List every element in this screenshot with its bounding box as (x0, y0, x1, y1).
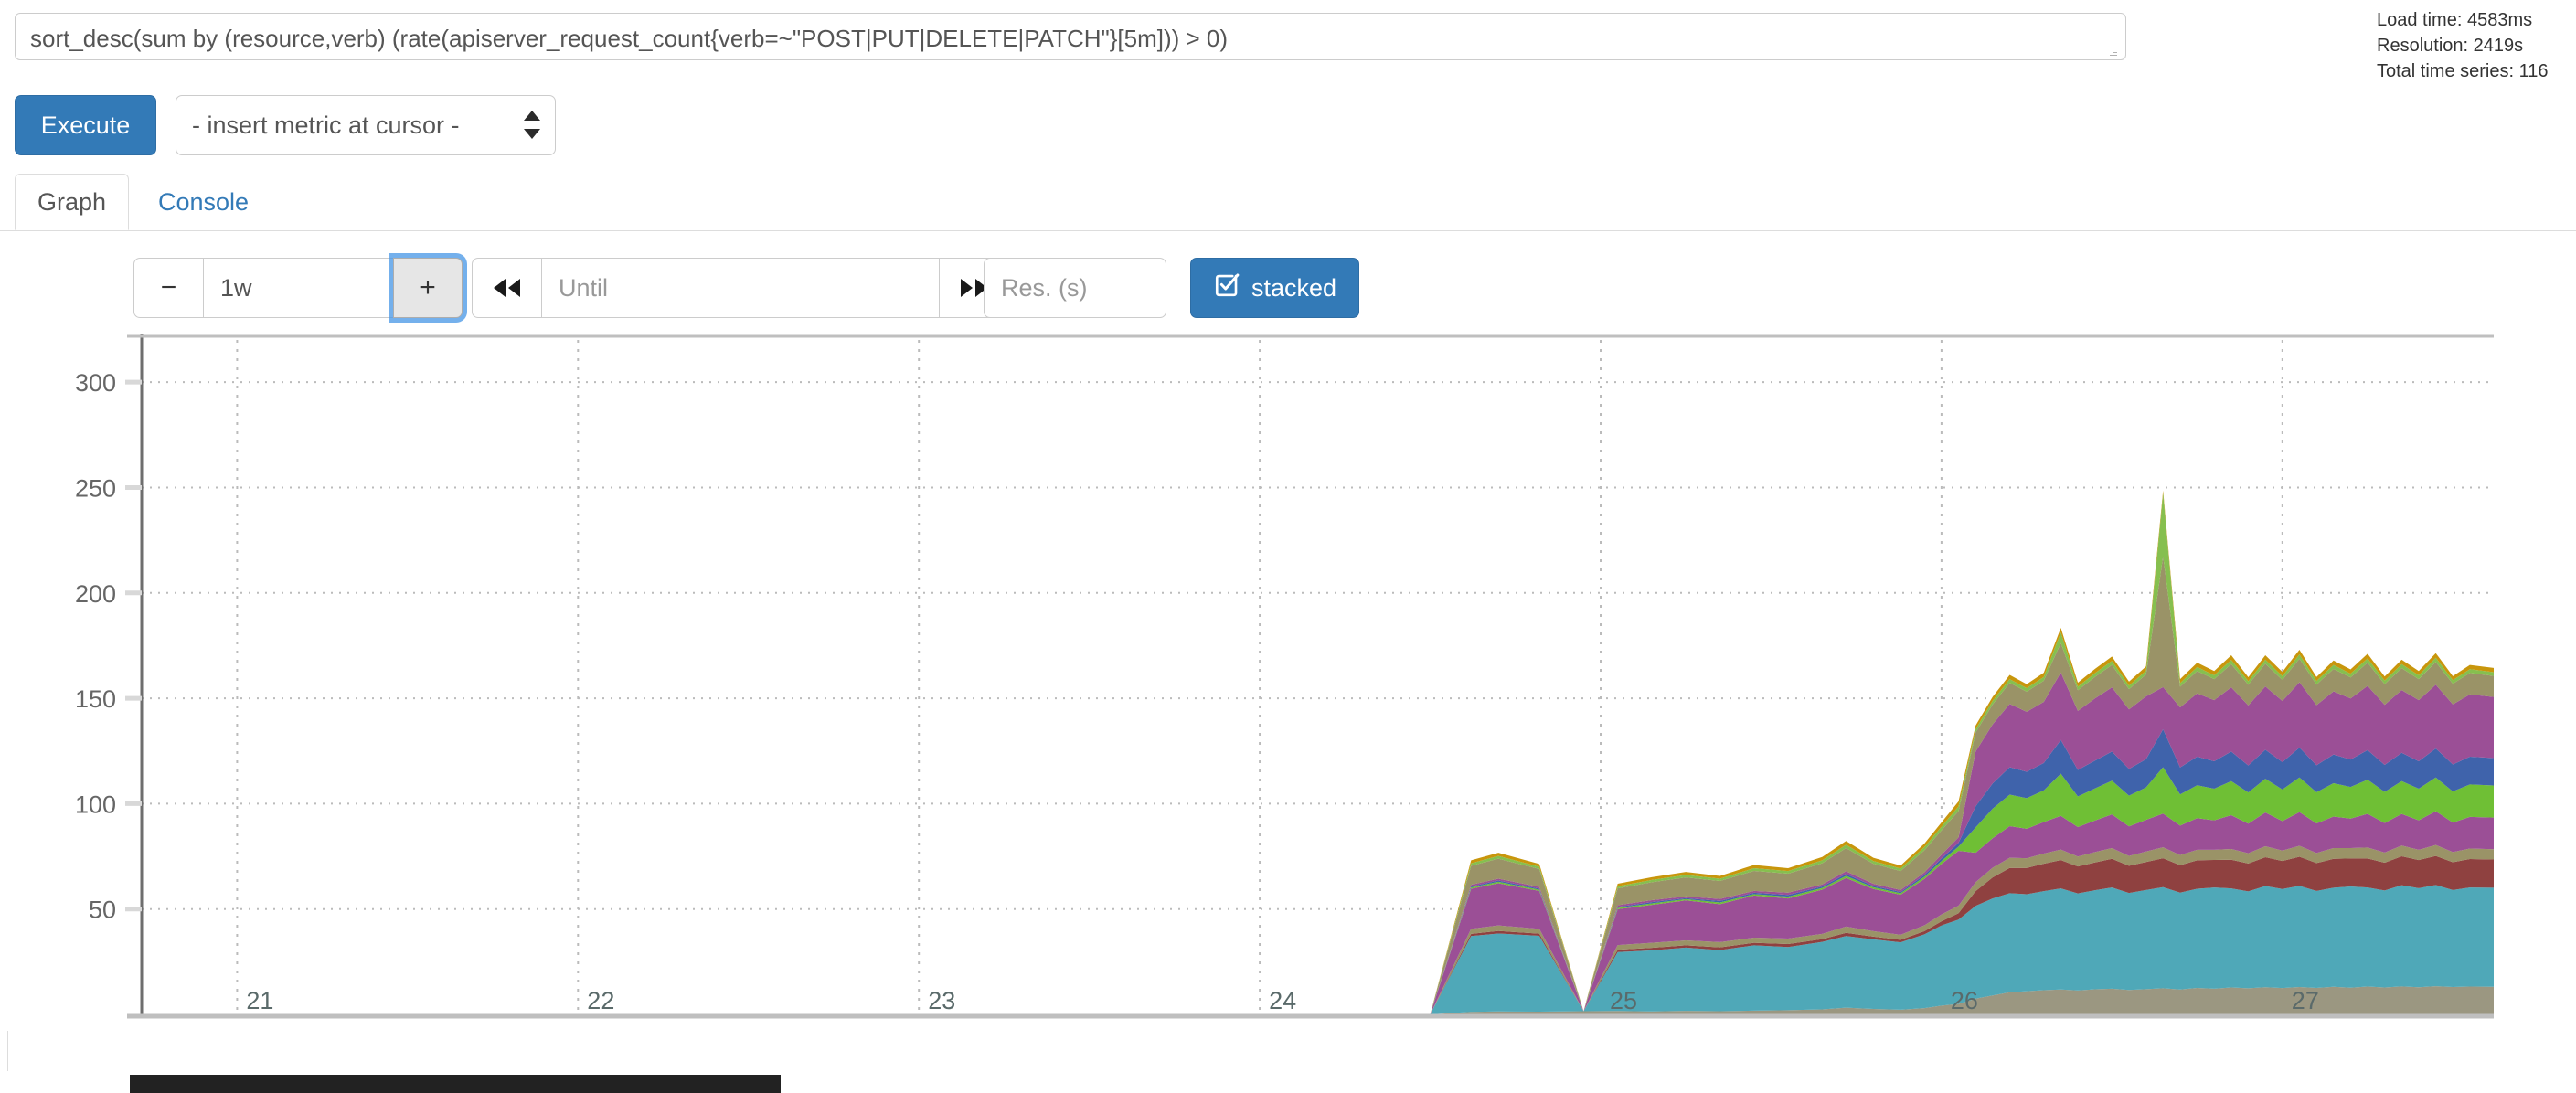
load-time-text: Load time: 4583ms (2377, 10, 2533, 30)
checked-box-icon (1213, 271, 1240, 305)
chart-svg: 50 100 150 200 250 300 21 22 23 24 25 26 27 (75, 334, 2494, 1019)
until-control-group (472, 258, 1008, 318)
svg-text:24: 24 (1269, 987, 1296, 1014)
prometheus-graph-page: sort_desc(sum by (resource,verb) (rate(a… (0, 0, 2576, 1093)
graph-controls: − + (0, 258, 2576, 322)
updown-arrows-icon (524, 111, 540, 142)
svg-text:21: 21 (246, 987, 273, 1014)
execute-row: Execute - insert metric at cursor - (0, 91, 2576, 159)
resolution-input[interactable] (984, 258, 1166, 318)
svg-text:23: 23 (928, 987, 955, 1014)
range-control-group: − + (133, 258, 463, 318)
range-increase-button[interactable]: + (393, 258, 463, 318)
query-stats: Load time: 4583ms Resolution: 2419s Tota… (2377, 7, 2569, 84)
range-decrease-button[interactable]: − (133, 258, 203, 318)
svg-text:22: 22 (587, 987, 614, 1014)
svg-text:100: 100 (75, 791, 116, 818)
shift-back-icon[interactable] (472, 258, 541, 318)
stacked-toggle-button[interactable]: stacked (1190, 258, 1360, 318)
svg-text:25: 25 (1610, 987, 1637, 1014)
svg-text:300: 300 (75, 369, 116, 397)
metric-select[interactable]: - insert metric at cursor - (176, 95, 556, 155)
stacked-label: stacked (1251, 273, 1337, 302)
svg-text:250: 250 (75, 474, 116, 502)
tab-graph[interactable]: Graph (15, 174, 130, 230)
range-input[interactable] (203, 258, 393, 318)
svg-text:26: 26 (1951, 987, 1978, 1014)
tab-console[interactable]: Console (135, 174, 271, 230)
svg-text:150: 150 (75, 685, 116, 713)
execute-button[interactable]: Execute (15, 95, 156, 155)
svg-text:200: 200 (75, 580, 116, 608)
total-time-series-text: Total time series: 116 (2377, 61, 2549, 81)
query-input[interactable]: sort_desc(sum by (resource,verb) (rate(a… (15, 13, 2126, 60)
tab-bar: Graph Console (0, 174, 2576, 231)
metric-select-label: - insert metric at cursor - (192, 111, 460, 139)
horizontal-scrollbar-thumb[interactable] (130, 1075, 781, 1093)
svg-text:50: 50 (89, 897, 116, 924)
svg-text:27: 27 (2292, 987, 2319, 1014)
graph-chart[interactable]: 50 100 150 200 250 300 21 22 23 24 25 26 27 (0, 327, 2576, 1067)
until-input[interactable] (541, 258, 939, 318)
resolution-text: Resolution: 2419s (2377, 36, 2524, 56)
query-row: sort_desc(sum by (resource,verb) (rate(a… (0, 0, 2576, 88)
